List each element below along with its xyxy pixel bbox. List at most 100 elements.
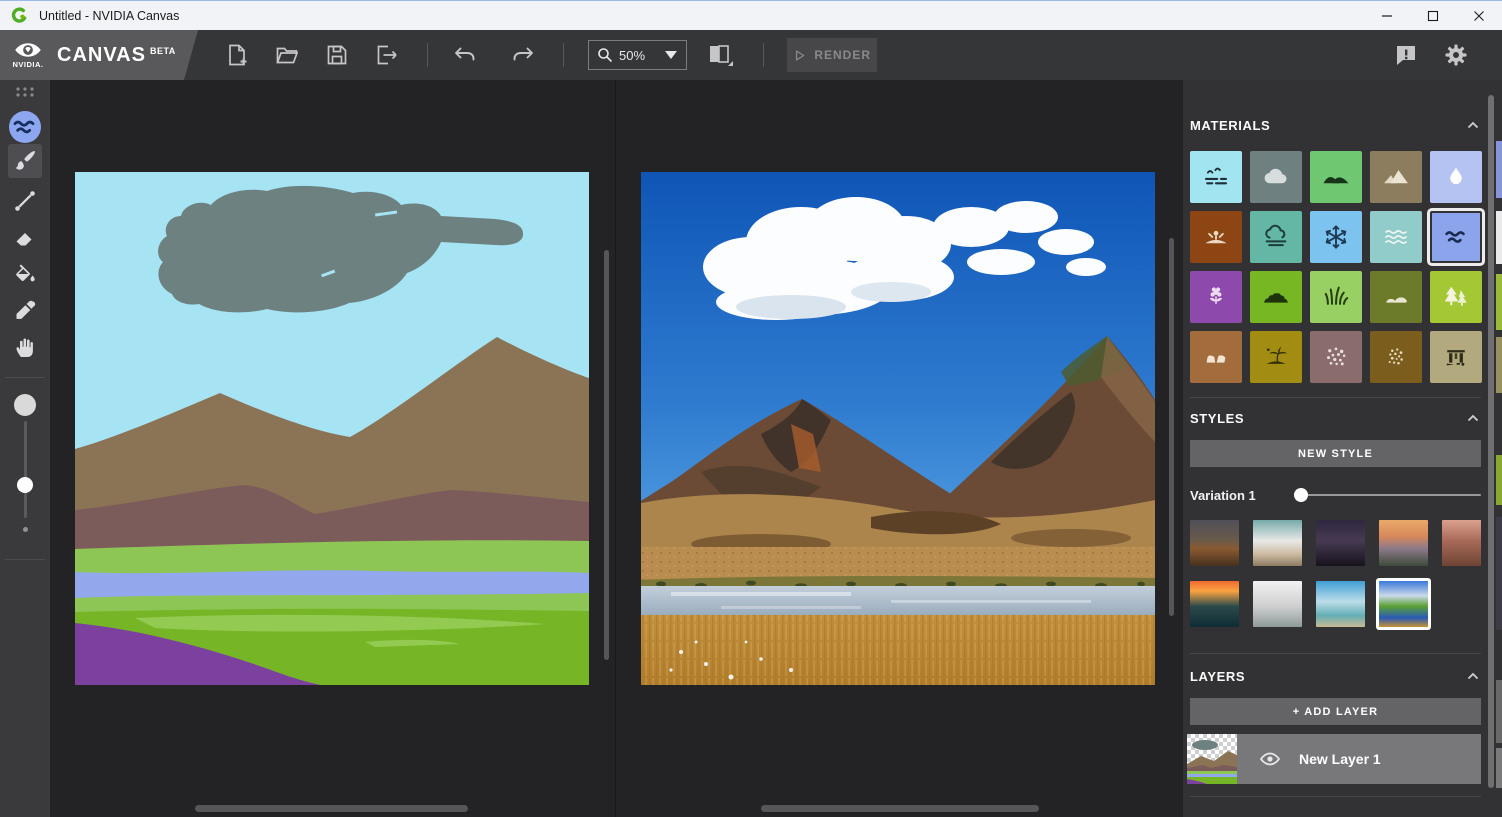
vertical-scrollbar[interactable] [1169,238,1174,616]
material-hill[interactable] [1310,151,1362,203]
nvidia-brand: NVIDIA. CANVAS BETA [0,30,198,80]
window-title: Untitled - NVIDIA Canvas [39,9,179,23]
material-grass[interactable] [1310,271,1362,323]
material-ruins[interactable] [1430,331,1482,383]
material-bush[interactable] [1250,271,1302,323]
material-beach[interactable] [1250,331,1302,383]
material-gravel[interactable] [1370,331,1422,383]
add-layer-button[interactable]: + ADD LAYER [1190,698,1481,725]
material-water[interactable] [1430,211,1482,263]
material-rain[interactable] [1430,151,1482,203]
new-style-button[interactable]: NEW STYLE [1190,440,1481,467]
grip-dots-icon[interactable] [13,85,37,99]
visibility-eye-icon[interactable] [1259,751,1281,767]
material-dirt[interactable] [1190,211,1242,263]
style-desert-buttes-night[interactable] [1190,520,1239,566]
minimize-icon [1381,10,1393,22]
tool-pan[interactable] [12,335,38,361]
style-snowy-clouds[interactable] [1253,520,1302,566]
fill-bucket-icon [12,261,38,287]
painting-canvas[interactable] [75,172,589,685]
settings-button[interactable] [1443,42,1469,68]
style-ocean-sunset[interactable] [1190,581,1239,627]
styles-header: STYLES [1190,409,1481,427]
materials-header: MATERIALS [1190,80,1481,134]
new-file-icon [224,42,250,68]
tool-eyedropper[interactable] [12,298,38,324]
open-folder-icon [274,42,300,68]
toolbar: NVIDIA. CANVAS BETA [0,30,1502,80]
style-mountain-lake[interactable] [1379,581,1428,627]
style-beach-clouds[interactable] [1316,581,1365,627]
styles-collapse-button[interactable] [1465,410,1481,426]
tool-eraser[interactable] [12,225,38,251]
style-foggy-peaks[interactable] [1253,581,1302,627]
layer-thumbnail [1187,734,1237,784]
feedback-button[interactable] [1393,42,1419,68]
panel-scrollbar[interactable] [1488,95,1494,788]
feedback-icon [1393,42,1419,68]
brush-size-handle[interactable] [17,477,33,493]
style-rocky-peak[interactable] [1442,520,1481,566]
material-snow[interactable] [1310,211,1362,263]
layers-collapse-button[interactable] [1465,668,1481,684]
palm-icon [1261,342,1291,372]
current-material-swatch[interactable] [9,111,41,143]
tool-line[interactable] [12,188,38,214]
tree-icon [1441,282,1471,312]
bush-icon [1261,282,1291,312]
chevron-up-icon [1465,410,1481,426]
style-sunset-mist[interactable] [1379,520,1428,566]
cloud-icon [1261,162,1291,192]
edge-sliver [1496,517,1502,630]
edge-sliver [1496,211,1502,264]
style-night-arch[interactable] [1316,520,1365,566]
line-icon [12,188,38,214]
horizontal-scrollbar[interactable] [761,805,1039,812]
layers-title: LAYERS [1190,669,1245,684]
paint-canvas-pane [50,80,615,817]
minimize-button[interactable] [1364,1,1410,30]
variation-label: Variation 1 [1190,488,1266,503]
brush-size-slider[interactable] [24,421,27,518]
materials-collapse-button[interactable] [1465,117,1481,133]
material-flowers[interactable] [1310,331,1362,383]
undo-button[interactable] [452,42,478,68]
material-stone[interactable] [1370,271,1422,323]
zoom-dropdown[interactable]: 50% [588,40,687,70]
save-button[interactable] [324,42,350,68]
render-button[interactable]: RENDER [787,38,877,72]
tool-fill[interactable] [12,261,38,287]
panel-divider [1190,397,1481,398]
sky-icon [1201,162,1231,192]
redo-button[interactable] [510,42,536,68]
open-file-button[interactable] [274,42,300,68]
horizontal-scrollbar[interactable] [195,805,468,812]
material-flower[interactable] [1190,271,1242,323]
drop-icon [1441,162,1471,192]
material-fog[interactable] [1250,211,1302,263]
export-button[interactable] [374,42,400,68]
variation-handle[interactable] [1294,488,1308,502]
material-rock[interactable] [1190,331,1242,383]
eraser-icon [12,225,38,251]
layer-row[interactable]: New Layer 1 [1187,734,1481,784]
new-file-button[interactable] [224,42,250,68]
grass-icon [1321,282,1351,312]
app-icon [11,7,28,24]
beta-badge: BETA [150,46,176,56]
material-cloud[interactable] [1250,151,1302,203]
close-button[interactable] [1456,1,1502,30]
material-tree[interactable] [1430,271,1482,323]
material-sea[interactable] [1370,211,1422,263]
materials-grid [1190,151,1481,383]
vertical-scrollbar[interactable] [604,250,609,660]
material-mountain[interactable] [1370,151,1422,203]
split-view-button[interactable] [706,42,736,68]
variation-slider[interactable] [1294,487,1481,503]
flower-icon [1201,282,1231,312]
main-area: MATERIALS STYLES NEW STYLE Variation 1 [0,80,1502,817]
maximize-button[interactable] [1410,1,1456,30]
material-sky[interactable] [1190,151,1242,203]
tool-paintbrush[interactable] [12,148,38,174]
